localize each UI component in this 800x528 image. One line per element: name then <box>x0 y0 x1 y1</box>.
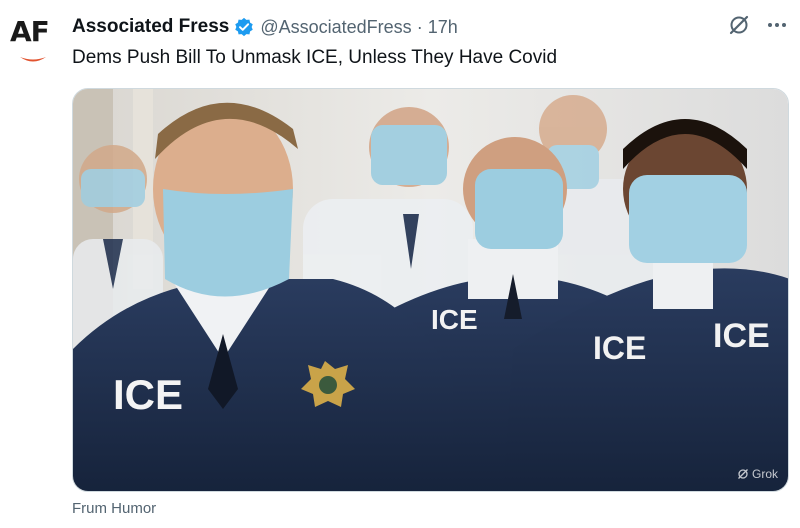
image-caption[interactable]: Frum Humor <box>72 500 156 517</box>
user-handle[interactable]: @AssociatedFress <box>260 17 411 38</box>
post-header: Associated Fress @AssociatedFress · 17h <box>72 14 780 40</box>
avatar-swoosh-icon <box>20 57 46 62</box>
grok-watermark: Grok <box>737 467 778 481</box>
officers-illustration: ICE ICE ICE ICE <box>73 89 788 491</box>
post-image[interactable]: ICE ICE ICE ICE Grok <box>72 88 789 492</box>
ice-patch-center: ICE <box>431 304 478 335</box>
grok-watermark-icon <box>738 469 748 479</box>
post-text: Dems Push Bill To Unmask ICE, Unless The… <box>72 47 558 68</box>
more-options-icon[interactable] <box>766 14 788 36</box>
watermark-text: Grok <box>751 467 778 481</box>
ice-patch-right-1: ICE <box>593 330 646 366</box>
ice-patch-right-2: ICE <box>713 317 770 355</box>
post-timestamp[interactable]: 17h <box>428 17 458 38</box>
grok-icon[interactable] <box>728 14 750 36</box>
verified-badge-icon <box>235 17 254 37</box>
ice-patch-front: ICE <box>113 371 183 418</box>
separator-dot: · <box>416 16 423 37</box>
avatar-logo-text: AF <box>10 15 50 48</box>
display-name[interactable]: Associated Fress <box>72 16 229 38</box>
post-actions <box>728 14 788 36</box>
avatar[interactable]: AF <box>8 14 58 70</box>
